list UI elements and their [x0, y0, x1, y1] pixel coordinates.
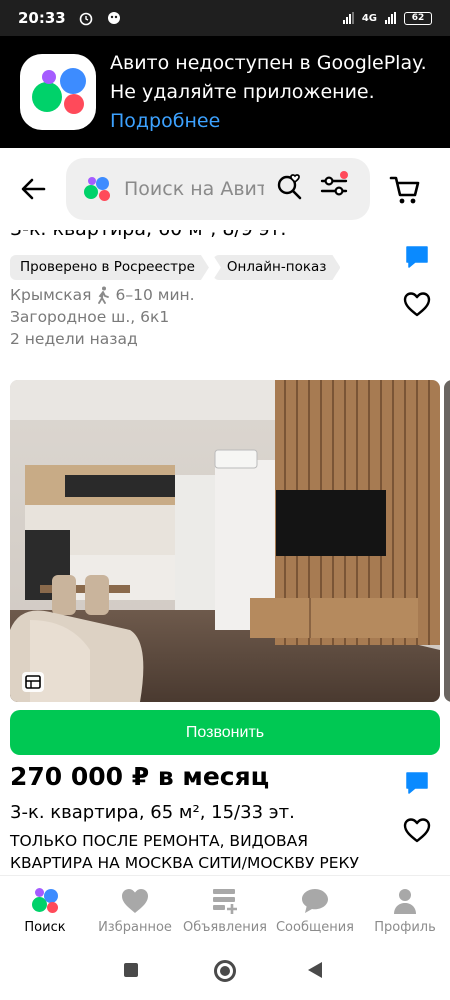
metro-line: Крымская 6–10 мин.: [10, 286, 195, 304]
search-header: Поиск на Авито: [0, 148, 450, 230]
status-time: 20:33: [18, 9, 66, 27]
call-button[interactable]: Позвонить: [10, 710, 440, 755]
ads-icon: [213, 889, 237, 914]
next-photo-preview[interactable]: [444, 380, 450, 702]
gallery-icon[interactable]: [22, 672, 44, 692]
listing-title[interactable]: 3-к. квартира, 65 м², 15/33 эт.: [10, 802, 295, 823]
chat-icon: [302, 889, 328, 913]
nav-label-ads: Объявления: [183, 920, 267, 935]
listing-card-1[interactable]: 3-к. квартира, 60 м², 8/9 эт. Проверено …: [0, 230, 450, 370]
signal-icon: [342, 12, 354, 24]
walking-icon: [98, 286, 110, 304]
recent-apps-icon[interactable]: [124, 963, 138, 977]
heart-icon: [122, 889, 148, 913]
nav-label-favorites: Избранное: [98, 920, 172, 935]
avito-logo-icon: [30, 886, 60, 916]
banner-line-1: Авито недоступен в GooglePlay.: [110, 51, 427, 74]
nav-search[interactable]: Поиск: [0, 876, 90, 945]
status-bar: 20:33 4G 62: [0, 0, 450, 36]
system-navigation-bar: [0, 945, 450, 1000]
signal-icon-2: [385, 12, 396, 24]
listing-price: 270 000 ₽ в месяц: [10, 762, 270, 791]
favorite-heart-icon[interactable]: [402, 816, 432, 844]
verified-badge: Проверено в Росреестре: [10, 255, 209, 280]
app-unavailable-banner: Авито недоступен в GooglePlay. Не удаляй…: [0, 36, 450, 148]
nav-profile[interactable]: Профиль: [360, 876, 450, 945]
nav-label-search: Поиск: [24, 920, 66, 935]
saved-search-icon[interactable]: [276, 172, 304, 200]
alarm-icon: [79, 12, 93, 26]
notification-icon: [107, 12, 120, 24]
listing-photo[interactable]: [10, 380, 440, 702]
chat-icon[interactable]: [404, 770, 430, 796]
cart-icon[interactable]: [388, 172, 422, 206]
network-type: 4G: [361, 12, 377, 24]
nav-label-messages: Сообщения: [275, 920, 354, 935]
avito-logo-icon: [20, 54, 96, 130]
walk-time: 6–10 мин.: [115, 286, 195, 304]
avito-mini-logo-icon: [84, 175, 112, 203]
system-back-icon[interactable]: [308, 962, 322, 978]
battery-icon: 62: [404, 11, 432, 25]
online-viewing-badge: Онлайн-показ: [213, 255, 341, 280]
listing-title[interactable]: 3-к. квартира, 60 м², 8/9 эт.: [10, 230, 286, 240]
nav-label-profile: Профиль: [374, 920, 436, 935]
back-arrow-icon[interactable]: [18, 174, 48, 204]
chat-icon[interactable]: [404, 244, 430, 270]
favorite-heart-icon[interactable]: [402, 290, 432, 318]
banner-line-2: Не удаляйте приложение.: [110, 80, 375, 103]
listing-posted-time: 2 недели назад: [10, 330, 138, 348]
nav-ads[interactable]: Объявления: [180, 876, 270, 945]
apartment-interior-image: [10, 380, 440, 702]
nav-favorites[interactable]: Избранное: [90, 876, 180, 945]
listing-badges: Проверено в Росреестре Онлайн-показ: [10, 255, 340, 280]
metro-station: Крымская: [10, 286, 92, 304]
battery-level: 62: [411, 13, 425, 23]
profile-icon: [394, 889, 416, 914]
banner-more-link[interactable]: Подробнее: [110, 107, 427, 136]
nav-messages[interactable]: Сообщения: [270, 876, 360, 945]
search-placeholder: Поиск на Авито: [124, 178, 264, 200]
bottom-navigation: Поиск Избранное Объявления Сообщения Про…: [0, 875, 450, 945]
listing-address: Загородное ш., 6к1: [10, 308, 170, 326]
home-icon[interactable]: [214, 960, 236, 982]
filter-icon[interactable]: [318, 170, 350, 202]
